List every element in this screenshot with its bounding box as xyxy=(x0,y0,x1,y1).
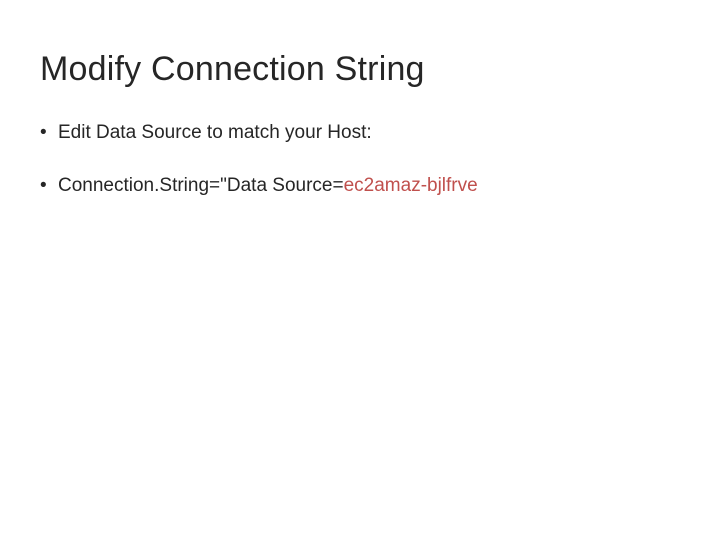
slide-title: Modify Connection String xyxy=(40,50,680,89)
slide: Modify Connection String Edit Data Sourc… xyxy=(0,0,720,540)
bullet-text-highlight: ec2amaz-bjlfrve xyxy=(344,175,478,196)
bullet-text-prefix: Connection.String="Data Source= xyxy=(58,175,344,196)
bullet-item: Edit Data Source to match your Host: xyxy=(40,121,680,146)
bullet-text: Edit Data Source to match your Host: xyxy=(58,122,372,143)
bullet-item: Connection.String="Data Source=ec2amaz-b… xyxy=(40,174,680,199)
bullet-list: Edit Data Source to match your Host: Con… xyxy=(40,121,680,198)
